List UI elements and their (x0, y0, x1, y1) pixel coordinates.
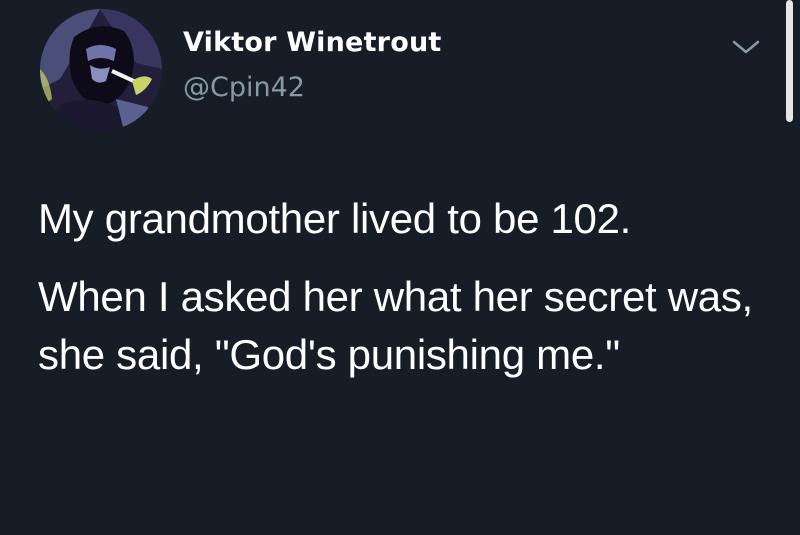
tweet-text: My grandmother lived to be 102. When I a… (38, 190, 778, 384)
author-handle[interactable]: @Cpin42 (183, 72, 305, 103)
scrollbar-thumb[interactable] (786, 0, 793, 122)
author-display-name[interactable]: Viktor Winetrout (183, 27, 441, 58)
chevron-down-icon[interactable] (726, 36, 766, 60)
tweet-paragraph: My grandmother lived to be 102. (38, 195, 632, 242)
tweet-card: Viktor Winetrout @Cpin42 My grandmother … (0, 0, 800, 535)
avatar[interactable] (40, 9, 162, 131)
tweet-paragraph: When I asked her what her secret was, sh… (38, 273, 753, 378)
avatar-image (40, 9, 162, 131)
